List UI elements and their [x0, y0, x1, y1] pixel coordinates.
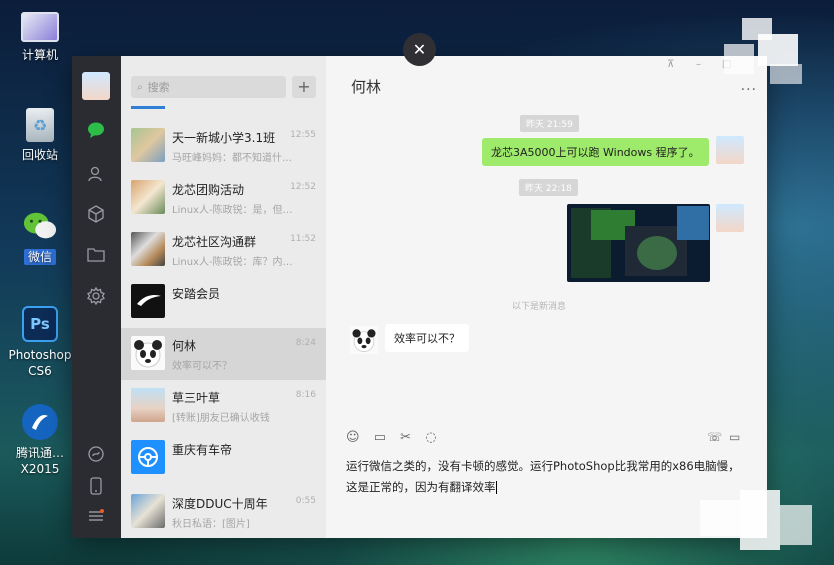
voice-call-icon[interactable]: ☏ — [707, 430, 722, 444]
chat-item[interactable]: 龙芯团购活动 12:52 Linux人-陈政锐：是，但… — [121, 172, 326, 224]
partial-chat-avatar — [131, 106, 165, 109]
received-message-bubble[interactable]: 效率可以不？ — [385, 324, 469, 352]
desktop-icon-label: Photoshop CS6 — [8, 348, 72, 378]
chat-name: 何林 — [172, 339, 197, 353]
chat-time: 12:52 — [290, 182, 316, 192]
phone-icon[interactable] — [84, 474, 108, 498]
sent-image-message[interactable] — [567, 204, 710, 282]
chat-item[interactable]: 天一新城小学3.1班 12:55 马旺峰妈妈：都不知道什… — [121, 120, 326, 172]
wechat-icon — [22, 208, 58, 244]
chat-name: 重庆有车帝 — [172, 443, 233, 457]
chat-item[interactable]: 草三叶草 8:16 [转账]朋友已确认收钱 — [121, 380, 326, 432]
close-button[interactable]: ✕ — [403, 33, 436, 66]
desktop-icon-photoshop[interactable]: Ps Photoshop CS6 — [8, 306, 72, 379]
sent-message-bubble[interactable]: 龙芯3A5000上可以跑 Windows 程序了。 — [482, 138, 709, 166]
panda-avatar — [131, 336, 165, 370]
chat-item[interactable]: 深度DDUC十周年 0:55 秋日私语：[图片] — [121, 486, 326, 538]
anta-logo-avatar — [131, 284, 165, 318]
menu-icon[interactable] — [84, 504, 108, 528]
contact-avatar — [350, 326, 378, 354]
desktop-icon-recycle-bin[interactable]: ♻ 回收站 — [8, 108, 72, 163]
message-input-text: 运行微信之类的，没有卡顿的感觉。运行PhotoShop比我常用的x86电脑慢，这… — [346, 459, 740, 494]
desktop-icon-label: 计算机 — [21, 48, 58, 62]
chat-list-panel: ⌕ 搜索 + 天一新城小学3.1班 12:55 马旺峰妈妈：都不知道什… 龙芯团… — [121, 56, 326, 538]
contact-avatar — [131, 388, 165, 422]
folder-icon[interactable]: ▭ — [374, 430, 386, 445]
avatar[interactable] — [82, 72, 110, 100]
chat-time: 8:24 — [295, 338, 316, 348]
search-input[interactable]: ⌕ 搜索 — [131, 76, 286, 98]
group-avatar — [131, 180, 165, 214]
folder-icon[interactable] — [84, 242, 108, 266]
new-messages-divider: 以下是新消息 — [512, 302, 567, 312]
pixelation-artifact — [770, 64, 802, 84]
chat-icon[interactable] — [84, 118, 108, 142]
input-toolbar: ☺ ▭ ✂ ◌ — [346, 430, 447, 445]
chat-name: 深度DDUC十周年 — [172, 497, 268, 511]
mini-program-icon[interactable] — [84, 442, 108, 466]
message-input[interactable]: 运行微信之类的，没有卡顿的感觉。运行PhotoShop比我常用的x86电脑慢，这… — [346, 456, 741, 498]
desktop-icon-computer[interactable]: 计算机 — [8, 12, 72, 63]
chat-preview: 秋日私语：[图片] — [172, 519, 250, 530]
chat-item-active[interactable]: 何林 8:24 效率可以不？ — [121, 328, 326, 380]
rtx-icon — [22, 404, 58, 440]
add-button[interactable]: + — [292, 76, 316, 98]
chat-time: 12:55 — [290, 130, 316, 140]
search-icon: ⌕ — [137, 81, 143, 93]
minimize-icon[interactable]: – — [696, 59, 701, 70]
desktop-icon-rtx[interactable]: 腾讯通…X2015 — [8, 404, 72, 477]
chat-item[interactable]: 龙芯社区沟通群 11:52 Linux人-陈政锐：库？内… — [121, 224, 326, 276]
chat-time: 8:16 — [295, 390, 316, 400]
more-options-icon[interactable]: ··· — [741, 82, 757, 98]
chat-preview: Linux人-陈政锐：库？内… — [172, 257, 293, 268]
pixelation-artifact — [700, 500, 740, 536]
chat-preview: 马旺峰妈妈：都不知道什… — [172, 153, 292, 164]
photoshop-icon: Ps — [22, 306, 58, 342]
group-avatar — [131, 232, 165, 266]
desktop-icon-label: 回收站 — [21, 148, 58, 162]
chat-preview: [转账]朋友已确认收钱 — [172, 413, 270, 424]
settings-gear-icon[interactable] — [84, 284, 108, 308]
chat-name: 龙芯团购活动 — [172, 183, 245, 197]
nav-sidebar — [72, 56, 121, 538]
chat-preview: 效率可以不？ — [172, 361, 232, 372]
chat-item[interactable]: 安踏会员 — [121, 276, 326, 328]
contacts-icon[interactable] — [84, 162, 108, 186]
my-avatar — [716, 136, 744, 164]
chat-bubble-icon[interactable]: ◌ — [425, 430, 436, 445]
chat-name: 安踏会员 — [172, 287, 221, 301]
chat-item[interactable]: 重庆有车帝 — [121, 432, 326, 484]
group-avatar — [131, 494, 165, 528]
desktop-icon-label: 腾讯通…X2015 — [15, 446, 64, 476]
pixelation-artifact — [758, 34, 798, 66]
box-icon[interactable] — [84, 202, 108, 226]
emoji-icon[interactable]: ☺ — [346, 430, 360, 445]
pixelation-artifact — [724, 44, 754, 74]
wechat-window: ⌕ 搜索 + 天一新城小学3.1班 12:55 马旺峰妈妈：都不知道什… 龙芯团… — [72, 56, 767, 538]
conversation-panel: 何林 ⊼ – □ ··· 昨天 21:59 龙芯3A5000上可以跑 Windo… — [326, 56, 767, 538]
chat-name: 天一新城小学3.1班 — [172, 131, 276, 145]
car-app-avatar — [131, 440, 165, 474]
chat-preview: Linux人-陈政锐：是，但… — [172, 205, 293, 216]
search-placeholder: 搜索 — [147, 81, 170, 94]
chat-name: 草三叶草 — [172, 391, 221, 405]
conversation-title: 何林 — [351, 78, 382, 96]
recycle-bin-icon: ♻ — [26, 108, 54, 142]
computer-icon — [21, 12, 59, 42]
pin-icon[interactable]: ⊼ — [667, 59, 674, 70]
pixelation-artifact — [780, 505, 812, 545]
message-timestamp: 昨天 22:18 — [519, 179, 578, 196]
chat-time: 11:52 — [290, 234, 316, 244]
desktop-icon-label: 微信 — [23, 249, 56, 265]
scissors-icon[interactable]: ✂ — [400, 430, 411, 445]
my-avatar — [716, 204, 744, 232]
message-timestamp: 昨天 21:59 — [520, 115, 579, 132]
group-avatar — [131, 128, 165, 162]
text-caret — [495, 481, 497, 494]
chat-name: 龙芯社区沟通群 — [172, 235, 257, 249]
chat-time: 0:55 — [295, 496, 316, 506]
pixelation-artifact — [740, 490, 780, 550]
desktop-icon-wechat[interactable]: 微信 — [8, 208, 72, 265]
video-call-icon[interactable]: ▭ — [729, 430, 740, 444]
